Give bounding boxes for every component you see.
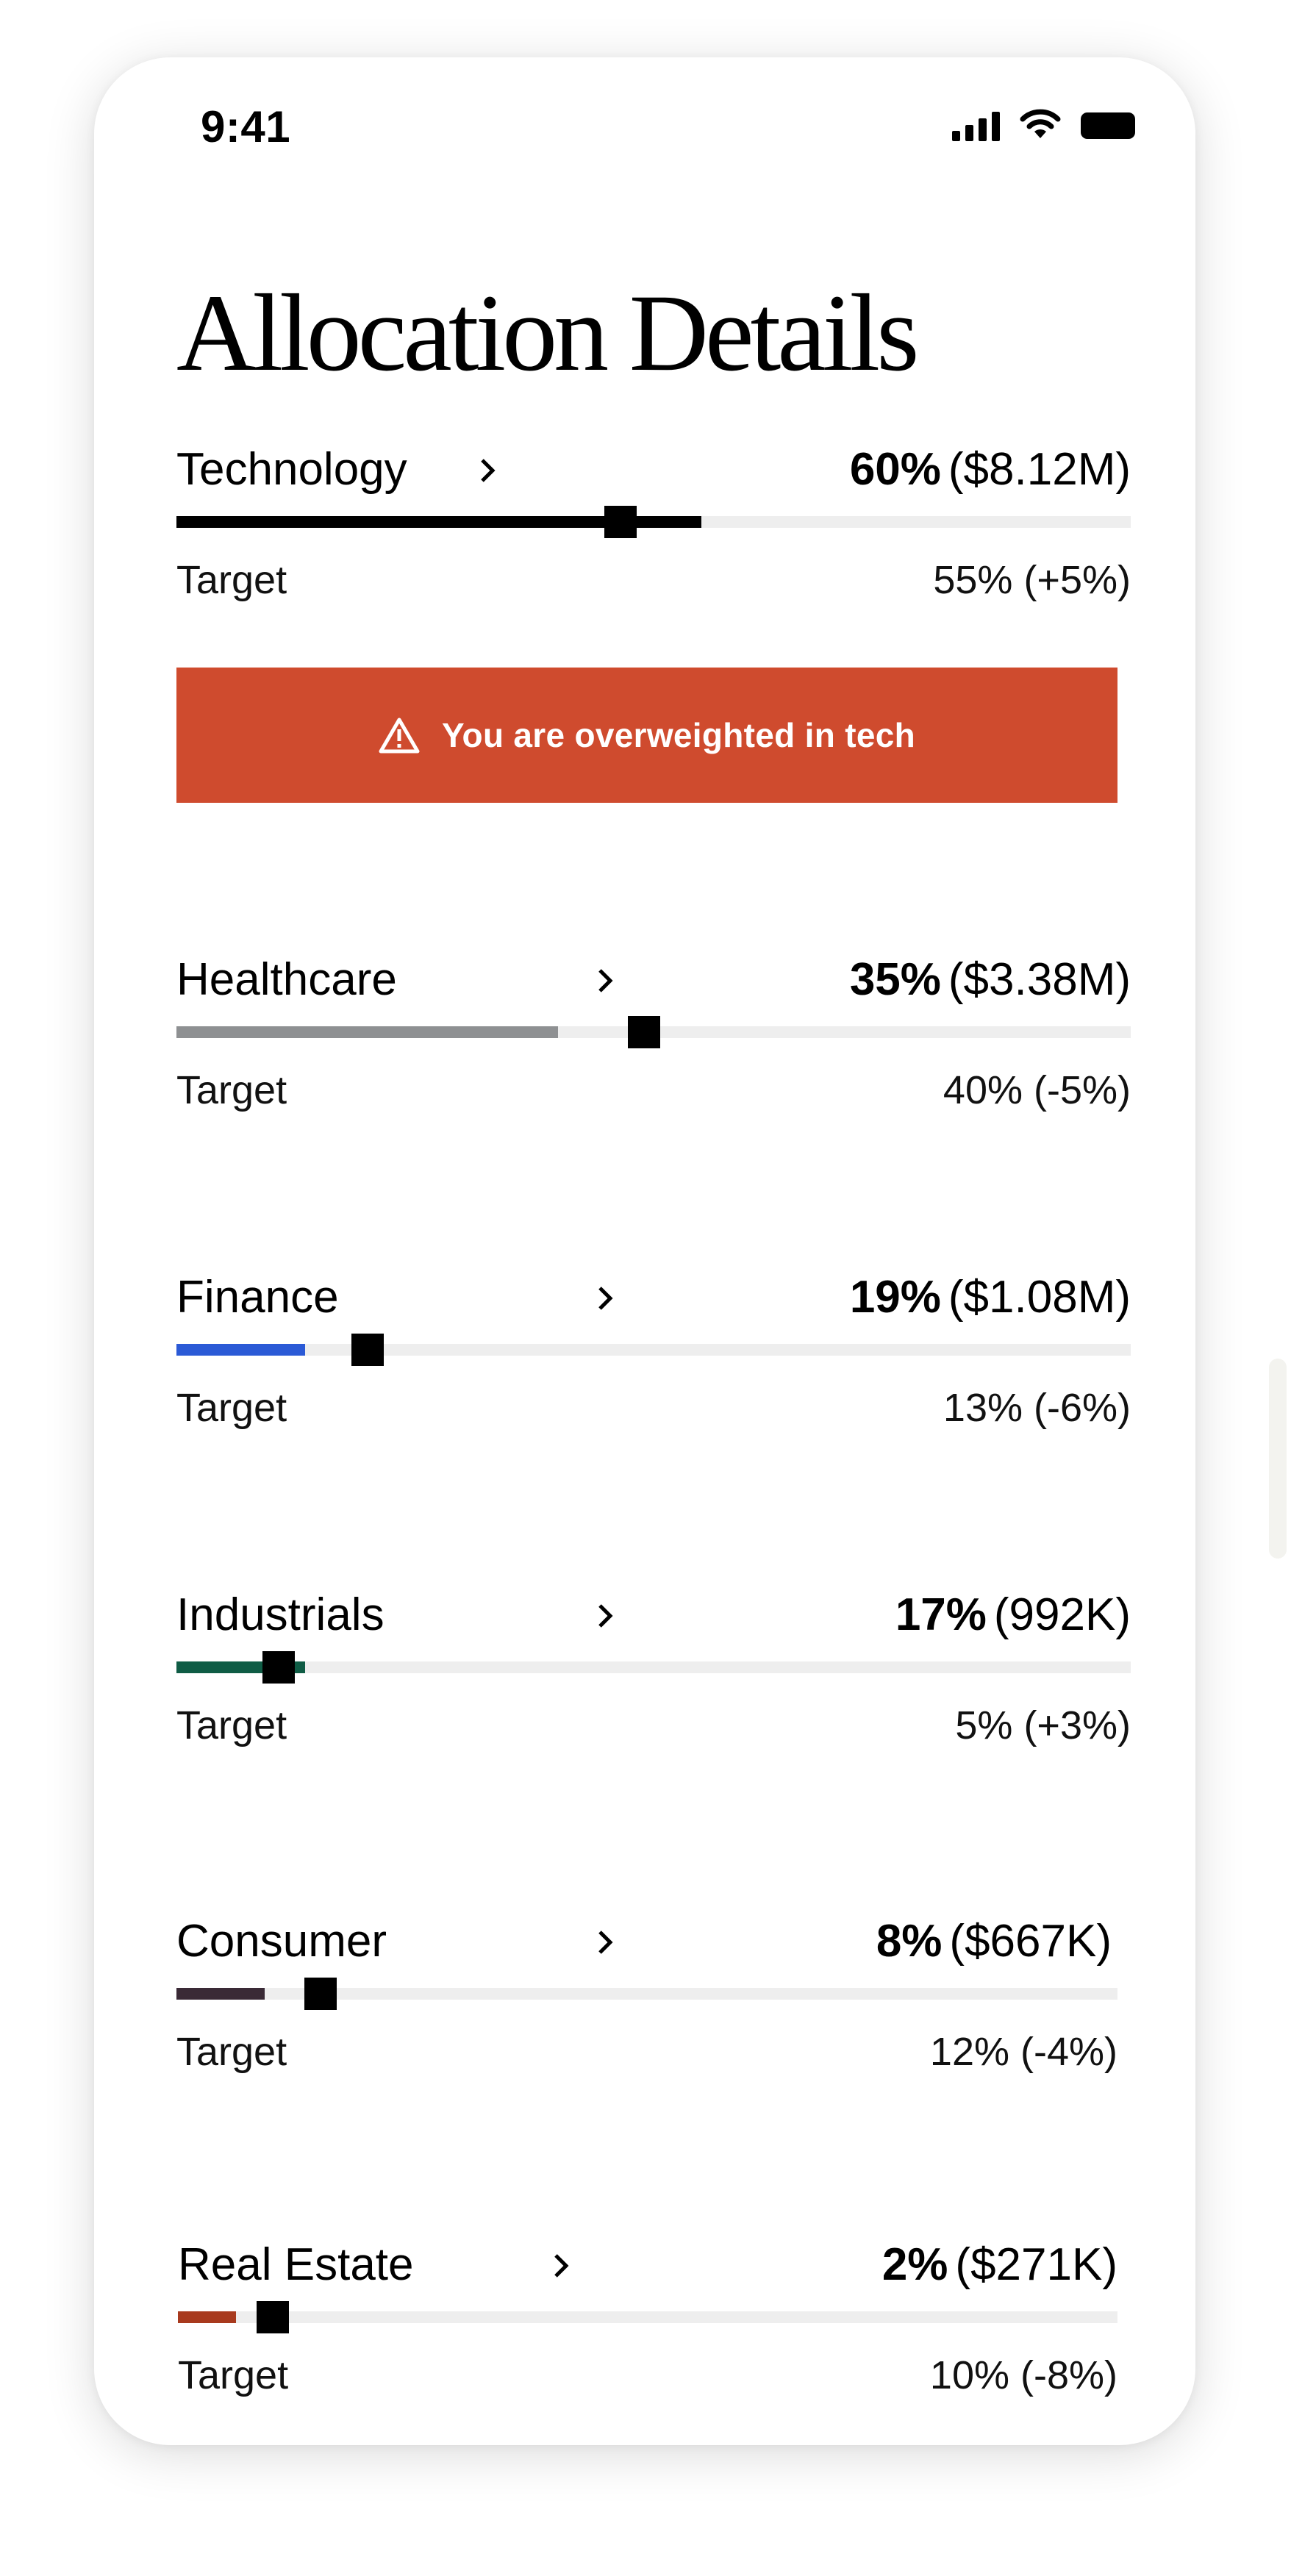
- sector-name: Consumer: [176, 1916, 387, 1967]
- chevron-right-icon[interactable]: [587, 1281, 622, 1316]
- target-value: 5% (+3%): [955, 1703, 1131, 1747]
- sector-amount: ($3.38M): [948, 954, 1131, 1005]
- target-label: Target: [176, 1068, 287, 1112]
- alert-banner: You are overweighted in tech: [176, 668, 1117, 803]
- sector-percent: 60%: [849, 444, 941, 495]
- status-bar: 9:41: [94, 57, 1195, 204]
- target-marker: [604, 506, 637, 538]
- phone-frame: 9:41 Allocation Details Technology 60% ($…: [94, 57, 1195, 2445]
- battery-icon: [1081, 112, 1135, 139]
- sector-name: Finance: [176, 1272, 339, 1323]
- allocation-fill: [176, 1026, 559, 1038]
- target-value: 13% (-6%): [943, 1386, 1131, 1430]
- allocation-track: [176, 1016, 1131, 1048]
- sector-row-finance[interactable]: Finance 19% ($1.08M) Target 13% (-6%): [176, 1264, 1131, 1456]
- sector-row-real-estate[interactable]: Real Estate 2% ($271K) Target 10% (-8%): [178, 2232, 1117, 2423]
- target-marker: [351, 1334, 384, 1366]
- sector-percent: 2%: [881, 2239, 948, 2290]
- sector-value: 8% ($667K): [876, 1908, 1112, 1975]
- sector-value: 60% ($8.12M): [850, 437, 1131, 503]
- allocation-track: [176, 1334, 1131, 1366]
- sector-name: Technology: [176, 444, 407, 495]
- allocation-fill: [178, 2311, 237, 2323]
- target-label: Target: [176, 558, 287, 602]
- allocation-track: [176, 506, 1131, 538]
- sector-percent: 19%: [849, 1272, 941, 1323]
- signal-icon: [952, 110, 1000, 141]
- chevron-right-icon[interactable]: [469, 453, 504, 488]
- sector-name: Industrials: [176, 1589, 385, 1640]
- sector-amount: ($667K): [949, 1916, 1112, 1967]
- allocation-track: [176, 1978, 1117, 2010]
- allocation-fill: [176, 1344, 306, 1356]
- sector-percent: 8%: [876, 1916, 943, 1967]
- target-value: 40% (-5%): [943, 1068, 1131, 1112]
- sector-row-consumer[interactable]: Consumer 8% ($667K) Target 12% (-4%): [176, 1908, 1117, 2100]
- target-marker: [304, 1978, 337, 2010]
- sector-amount: (992K): [993, 1589, 1131, 1640]
- sector-value: 19% ($1.08M): [850, 1264, 1131, 1331]
- chevron-right-icon[interactable]: [587, 1598, 622, 1634]
- sector-amount: ($8.12M): [948, 444, 1131, 495]
- allocation-track: [176, 1651, 1131, 1684]
- allocation-fill: [176, 1988, 265, 2000]
- sector-value: 2% ($271K): [882, 2232, 1117, 2298]
- sector-name: Real Estate: [178, 2239, 414, 2290]
- target-marker: [257, 2301, 290, 2333]
- sector-percent: 17%: [895, 1589, 987, 1640]
- allocation-track: [178, 2301, 1117, 2333]
- status-icons: [952, 109, 1135, 141]
- scrollbar[interactable]: [1269, 1359, 1287, 1559]
- chevron-right-icon[interactable]: [543, 2248, 578, 2283]
- target-value: 12% (-4%): [929, 2030, 1117, 2074]
- sector-name: Healthcare: [176, 954, 397, 1005]
- sector-row-industrials[interactable]: Industrials 17% (992K) Target 5% (+3%): [176, 1582, 1131, 1773]
- chevron-right-icon[interactable]: [587, 963, 622, 998]
- sector-value: 35% ($3.38M): [850, 947, 1131, 1013]
- target-marker: [262, 1651, 295, 1684]
- sector-percent: 35%: [849, 954, 941, 1005]
- wifi-icon: [1019, 109, 1062, 141]
- alert-text: You are overweighted in tech: [441, 716, 916, 754]
- target-label: Target: [176, 1386, 287, 1430]
- sector-amount: ($271K): [955, 2239, 1117, 2290]
- page-title: Allocation Details: [176, 272, 920, 394]
- warning-icon: [379, 717, 420, 754]
- status-time: 9:41: [201, 102, 291, 151]
- sector-row-healthcare[interactable]: Healthcare 35% ($3.38M) Target 40% (-5%): [176, 947, 1131, 1138]
- chevron-right-icon[interactable]: [587, 1925, 622, 1960]
- sector-value: 17% (992K): [895, 1582, 1131, 1648]
- target-label: Target: [178, 2353, 289, 2397]
- sector-row-technology[interactable]: Technology 60% ($8.12M) Target 55% (+5%): [176, 437, 1131, 628]
- target-marker: [628, 1016, 661, 1048]
- target-value: 55% (+5%): [933, 558, 1131, 602]
- target-label: Target: [176, 2030, 287, 2074]
- target-label: Target: [176, 1703, 287, 1747]
- sector-amount: ($1.08M): [948, 1272, 1131, 1323]
- target-value: 10% (-8%): [929, 2353, 1117, 2397]
